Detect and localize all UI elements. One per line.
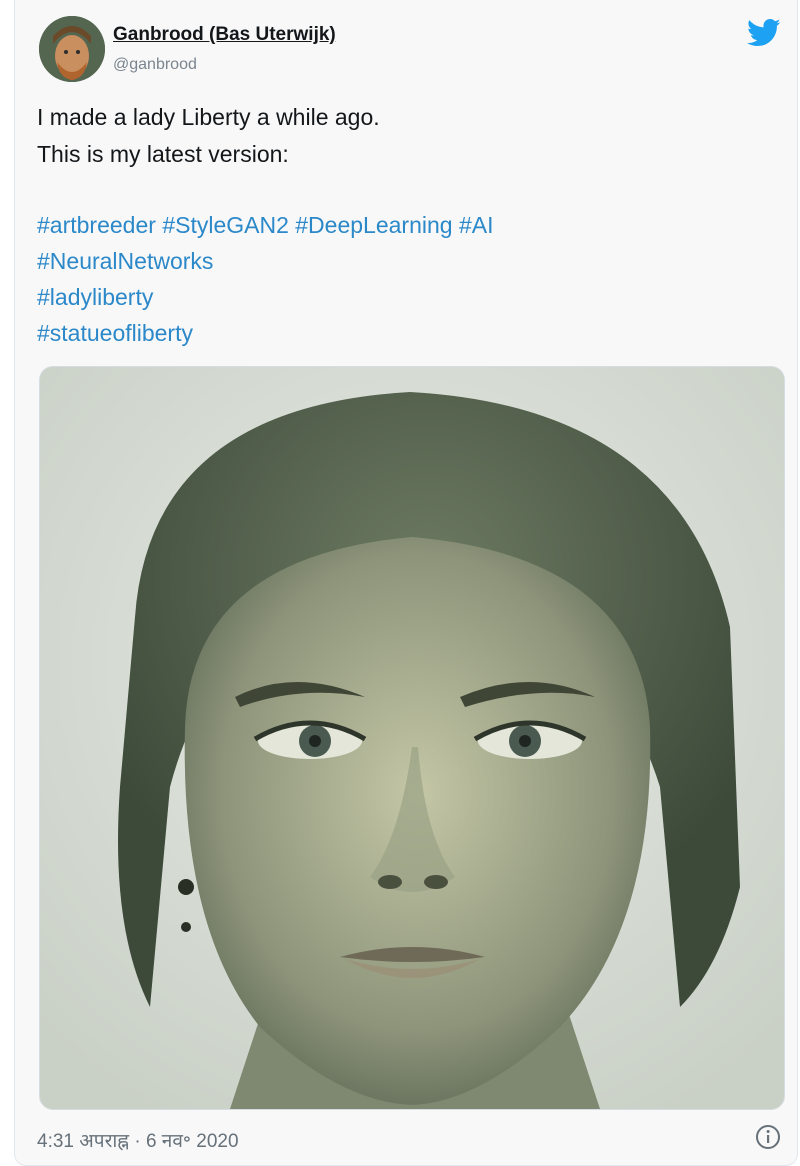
hashtag-line-3: #ladyliberty	[37, 284, 153, 311]
hashtag-link[interactable]: #StyleGAN2	[162, 212, 289, 238]
tweet-media-image[interactable]	[39, 366, 785, 1110]
twitter-bird-icon[interactable]	[747, 18, 781, 48]
author-handle[interactable]: @ganbrood	[113, 56, 197, 74]
tweet-text-line-2: This is my latest version:	[37, 141, 289, 167]
hashtag-link[interactable]: #DeepLearning	[295, 212, 452, 238]
hashtag-line-1: #artbreeder #StyleGAN2 #DeepLearning #AI	[37, 212, 493, 239]
hashtag-link[interactable]: #ladyliberty	[37, 284, 153, 310]
hashtag-link[interactable]: #NeuralNetworks	[37, 248, 213, 274]
hashtag-link[interactable]: #AI	[459, 212, 494, 238]
tweet-timestamp[interactable]: 4:31 अपराह्न · 6 नव॰ 2020	[37, 1127, 239, 1153]
tweet-text-line-1: I made a lady Liberty a while ago.	[37, 104, 380, 130]
hashtag-link[interactable]: #statueofliberty	[37, 320, 193, 346]
author-name-row[interactable]: Ganbrood (Bas Uterwijk)	[113, 24, 336, 46]
hashtag-line-4: #statueofliberty	[37, 320, 193, 347]
info-icon[interactable]	[755, 1124, 781, 1150]
author-display-name[interactable]: Ganbrood (Bas Uterwijk)	[113, 24, 336, 45]
avatar[interactable]	[39, 16, 105, 82]
tweet-card: Ganbrood (Bas Uterwijk) @ganbrood I made…	[14, 0, 798, 1166]
hashtag-link[interactable]: #artbreeder	[37, 212, 156, 238]
hashtag-line-2: #NeuralNetworks	[37, 248, 213, 275]
